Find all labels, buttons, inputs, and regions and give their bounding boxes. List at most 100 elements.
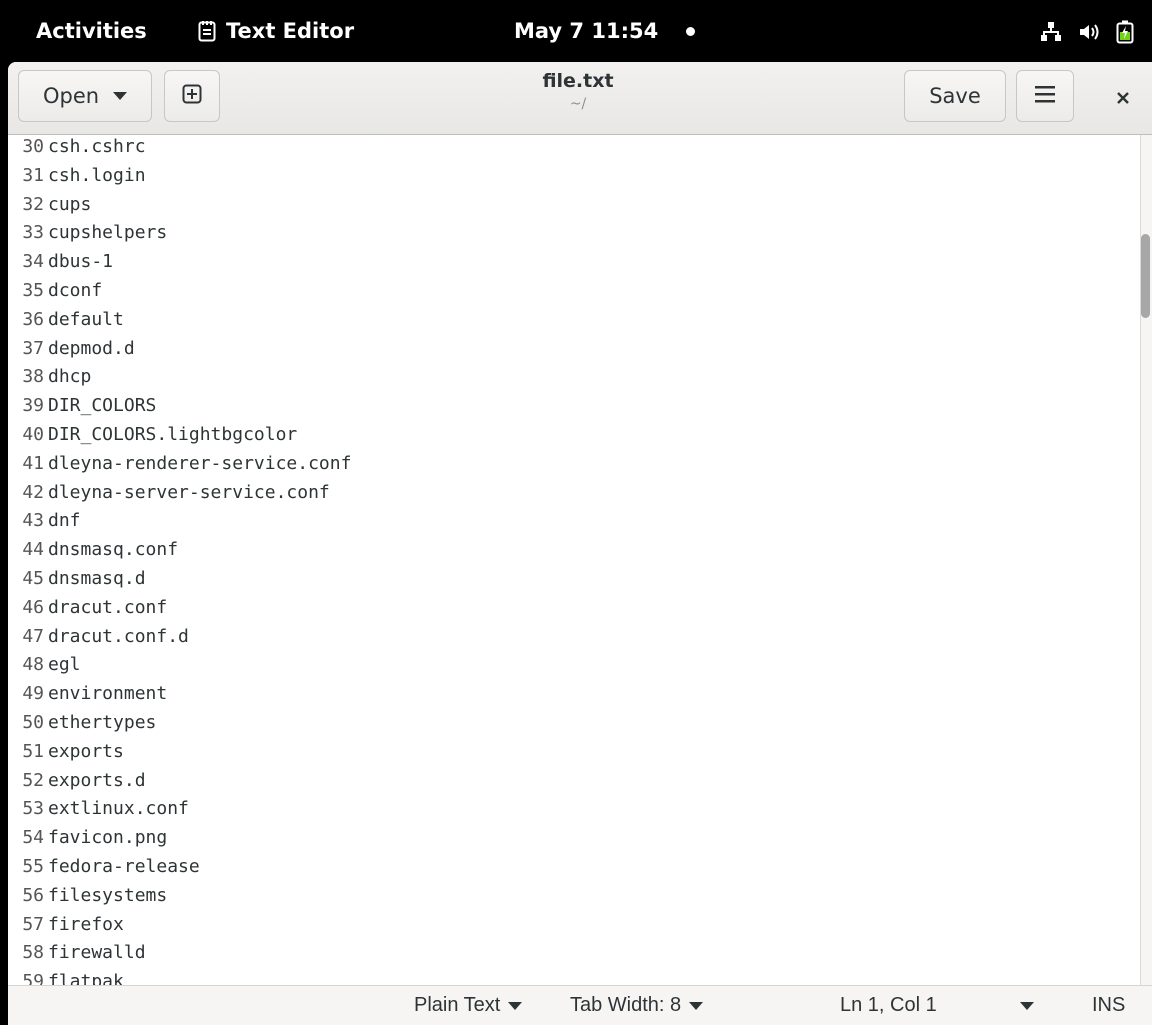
line-text: firewalld [48, 942, 146, 964]
text-line[interactable]: 57 firefox [8, 911, 351, 940]
text-lines: 30 csh.cshrc 31 csh.login 32 cups 33 cupshelper… [8, 135, 351, 985]
close-icon [1116, 90, 1130, 109]
line-number: 34 [22, 251, 44, 273]
line-text: dleyna-server-service.conf [48, 481, 330, 503]
text-line[interactable]: 30 csh.cshrc [8, 135, 351, 162]
text-line[interactable]: 44 dnsmasq.conf [8, 536, 351, 565]
close-window-button[interactable] [1108, 84, 1138, 114]
app-name: Text Editor [226, 19, 355, 43]
line-text: cups [48, 193, 92, 215]
line-number: 38 [22, 366, 44, 388]
chevron-down-icon [689, 1001, 704, 1010]
network-icon [1040, 21, 1062, 43]
text-line[interactable]: 46 dracut.conf [8, 594, 351, 623]
line-number: 37 [22, 337, 44, 359]
line-text: dracut.conf.d [48, 625, 189, 647]
line-number: 33 [22, 222, 44, 244]
open-button[interactable]: Open [18, 70, 152, 122]
save-button[interactable]: Save [904, 70, 1006, 122]
text-line[interactable]: 50 ethertypes [8, 709, 351, 738]
clock[interactable]: May 7 11:54 [514, 19, 658, 43]
line-text: egl [48, 654, 81, 676]
text-view[interactable]: 30 csh.cshrc 31 csh.login 32 cups 33 cupshelper… [8, 135, 1140, 985]
text-line[interactable]: 53 extlinux.conf [8, 795, 351, 824]
text-editor-window: Open file.txt ~/ Save 30 csh.cshrc 31 cs… [8, 62, 1152, 1025]
document-path: ~/ [569, 96, 587, 112]
notepad-icon [198, 20, 216, 42]
text-line[interactable]: 38 dhcp [8, 363, 351, 392]
line-number: 52 [22, 769, 44, 791]
text-line[interactable]: 54 favicon.png [8, 824, 351, 853]
text-line[interactable]: 31 csh.login [8, 162, 351, 191]
text-line[interactable]: 32 cups [8, 191, 351, 220]
text-line[interactable]: 55 fedora-release [8, 853, 351, 882]
text-line[interactable]: 49 environment [8, 680, 351, 709]
line-number: 43 [22, 510, 44, 532]
system-status-area[interactable] [1040, 20, 1134, 44]
main-menu-button[interactable] [1016, 70, 1074, 122]
line-text: csh.login [48, 164, 146, 186]
line-number: 49 [22, 683, 44, 705]
line-text: extlinux.conf [48, 798, 189, 820]
line-number: 51 [22, 740, 44, 762]
text-line[interactable]: 39 DIR_COLORS [8, 392, 351, 421]
line-number: 32 [22, 193, 44, 215]
line-number: 41 [22, 452, 44, 474]
text-line[interactable]: 43 dnf [8, 507, 351, 536]
text-line[interactable]: 33 cupshelpers [8, 219, 351, 248]
position-menu-button[interactable] [1020, 1002, 1034, 1010]
insert-mode-label: INS [1092, 994, 1126, 1016]
line-text: cupshelpers [48, 222, 168, 244]
text-line[interactable]: 37 depmod.d [8, 335, 351, 364]
line-number: 46 [22, 596, 44, 618]
line-text: filesystems [48, 884, 168, 906]
cursor-position-selector[interactable]: Ln 1, Col 1 [840, 994, 937, 1017]
text-line[interactable]: 40 DIR_COLORS.lightbgcolor [8, 421, 351, 450]
line-text: dnsmasq.d [48, 567, 146, 589]
line-number: 59 [22, 971, 44, 985]
header-bar: Open file.txt ~/ Save [8, 62, 1152, 135]
line-number: 40 [22, 423, 44, 445]
chevron-down-icon [508, 1001, 523, 1010]
text-line[interactable]: 47 dracut.conf.d [8, 623, 351, 652]
line-text: fedora-release [48, 855, 200, 877]
scrollbar-thumb[interactable] [1141, 234, 1150, 318]
text-line[interactable]: 36 default [8, 306, 351, 335]
line-text: DIR_COLORS [48, 395, 157, 417]
line-number: 31 [22, 164, 44, 186]
text-line[interactable]: 45 dnsmasq.d [8, 565, 351, 594]
line-number: 39 [22, 395, 44, 417]
line-text: csh.cshrc [48, 136, 146, 157]
line-number: 30 [22, 136, 44, 157]
line-text: dnsmasq.conf [48, 539, 179, 561]
text-line[interactable]: 42 dleyna-server-service.conf [8, 479, 351, 508]
text-line[interactable]: 35 dconf [8, 277, 351, 306]
notification-dot [686, 27, 695, 36]
app-menu[interactable]: Text Editor [198, 19, 354, 43]
line-number: 53 [22, 798, 44, 820]
add-document-icon [182, 84, 202, 109]
text-line[interactable]: 51 exports [8, 738, 351, 767]
text-line[interactable]: 34 dbus-1 [8, 248, 351, 277]
activities-button[interactable]: Activities [36, 19, 147, 43]
line-number: 45 [22, 567, 44, 589]
language-selector[interactable]: Plain Text [414, 994, 523, 1017]
hamburger-menu-icon [1035, 84, 1055, 108]
text-line[interactable]: 41 dleyna-renderer-service.conf [8, 450, 351, 479]
text-line[interactable]: 56 filesystems [8, 882, 351, 911]
language-label: Plain Text [414, 994, 501, 1016]
new-document-button[interactable] [164, 70, 220, 122]
text-line[interactable]: 59 flatpak [8, 968, 351, 985]
tab-width-label: Tab Width: 8 [570, 994, 682, 1016]
cursor-position-label: Ln 1, Col 1 [840, 994, 937, 1016]
volume-icon [1078, 21, 1100, 43]
text-line[interactable]: 52 exports.d [8, 767, 351, 796]
line-text: dbus-1 [48, 251, 114, 273]
line-number: 44 [22, 539, 44, 561]
text-line[interactable]: 48 egl [8, 651, 351, 680]
tab-width-selector[interactable]: Tab Width: 8 [570, 994, 704, 1017]
text-line[interactable]: 58 firewalld [8, 939, 351, 968]
line-text: exports [48, 740, 124, 762]
line-number: 35 [22, 279, 44, 301]
insert-mode-indicator: INS [1092, 994, 1125, 1017]
